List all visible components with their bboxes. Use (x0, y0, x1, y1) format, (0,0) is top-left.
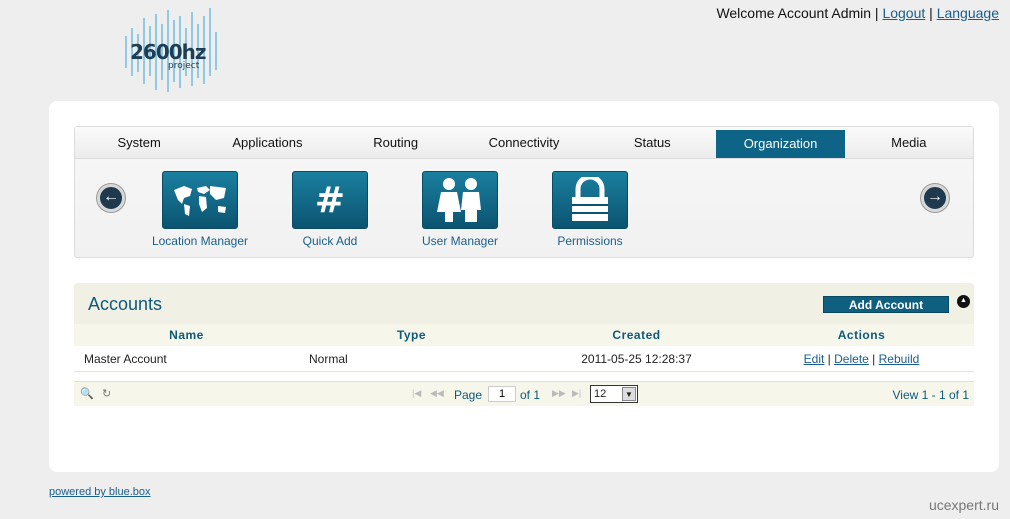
app-label: Permissions (557, 234, 623, 248)
chevron-down-icon: ▼ (622, 387, 636, 401)
logo: 2600hz project (118, 6, 228, 96)
tab-media[interactable]: Media (845, 127, 973, 158)
last-page-icon[interactable]: ▶| (572, 388, 581, 399)
app-user-manager[interactable]: User Manager (405, 171, 515, 248)
separator: | (929, 5, 933, 21)
powered-by-link[interactable]: powered by blue.box (49, 486, 151, 498)
user-bar: Welcome Account Admin | Logout | Languag… (716, 5, 999, 21)
cell-actions: Edit | Delete | Rebuild (803, 352, 920, 366)
tab-status[interactable]: Status (588, 127, 716, 158)
language-link[interactable]: Language (937, 5, 999, 21)
tab-applications[interactable]: Applications (203, 127, 331, 158)
logo-subtext: project (168, 61, 200, 71)
watermark: ucexpert.ru (928, 497, 999, 513)
page-total: of 1 (520, 388, 541, 402)
welcome-text: Welcome Account Admin | (716, 5, 879, 21)
table-row[interactable]: Master Account Normal 2011-05-25 12:28:3… (74, 346, 974, 372)
world-map-icon (162, 171, 238, 229)
app-label: Location Manager (151, 234, 249, 248)
app-location-manager[interactable]: Location Manager (145, 171, 255, 248)
next-page-icon[interactable]: ▶▶ (552, 388, 566, 399)
column-name[interactable]: Name (74, 324, 299, 346)
refresh-icon[interactable]: ↻ (102, 387, 111, 400)
pager: 🔍 ↻ |◀ ◀◀ Page of 1 ▶▶ ▶| 12 ▼ View 1 - … (74, 381, 974, 406)
tab-connectivity[interactable]: Connectivity (460, 127, 588, 158)
navigation: System Applications Routing Connectivity… (74, 126, 974, 258)
cell-name: Master Account (84, 352, 167, 366)
page-input[interactable] (488, 386, 516, 402)
lock-icon (552, 171, 628, 229)
main-panel: System Applications Routing Connectivity… (49, 101, 999, 472)
prev-page-icon[interactable]: ◀◀ (430, 388, 444, 399)
users-icon (422, 171, 498, 229)
view-count: View 1 - 1 of 1 (892, 388, 970, 402)
rows-per-page-select[interactable]: 12 ▼ (590, 385, 638, 403)
edit-link[interactable]: Edit (804, 352, 825, 366)
tab-routing[interactable]: Routing (332, 127, 460, 158)
column-type[interactable]: Type (299, 324, 524, 346)
app-carousel: ← Location Manager # Quick Add User Mana… (75, 159, 973, 257)
column-created[interactable]: Created (524, 324, 749, 346)
column-actions: Actions (837, 328, 886, 342)
hash-icon: # (292, 171, 368, 229)
first-page-icon[interactable]: |◀ (412, 388, 421, 399)
grid-title: Accounts (88, 294, 163, 314)
page-label: Page (454, 388, 483, 402)
grid-header: Accounts Add Account ▲ (74, 283, 974, 324)
rebuild-link[interactable]: Rebuild (879, 352, 920, 366)
tab-system[interactable]: System (75, 127, 203, 158)
collapse-icon[interactable]: ▲ (957, 295, 970, 308)
tab-bar: System Applications Routing Connectivity… (75, 127, 973, 159)
app-quick-add[interactable]: # Quick Add (275, 171, 385, 248)
cell-created: 2011-05-25 12:28:37 (581, 352, 692, 366)
arrow-right-icon[interactable]: → (921, 184, 949, 212)
logout-link[interactable]: Logout (882, 5, 925, 21)
arrow-left-icon[interactable]: ← (97, 184, 125, 212)
tab-organization[interactable]: Organization (716, 130, 845, 158)
delete-link[interactable]: Delete (834, 352, 869, 366)
app-label: User Manager (421, 234, 499, 248)
add-account-button[interactable]: Add Account (823, 296, 949, 313)
column-headers: Name Type Created Actions (74, 324, 974, 346)
app-label: Quick Add (302, 234, 358, 248)
rows-per-page-value: 12 (594, 388, 607, 400)
search-icon[interactable]: 🔍 (80, 387, 94, 400)
accounts-grid: Accounts Add Account ▲ Name Type Created… (74, 283, 974, 406)
app-permissions[interactable]: Permissions (535, 171, 645, 248)
cell-type: Normal (309, 352, 348, 366)
